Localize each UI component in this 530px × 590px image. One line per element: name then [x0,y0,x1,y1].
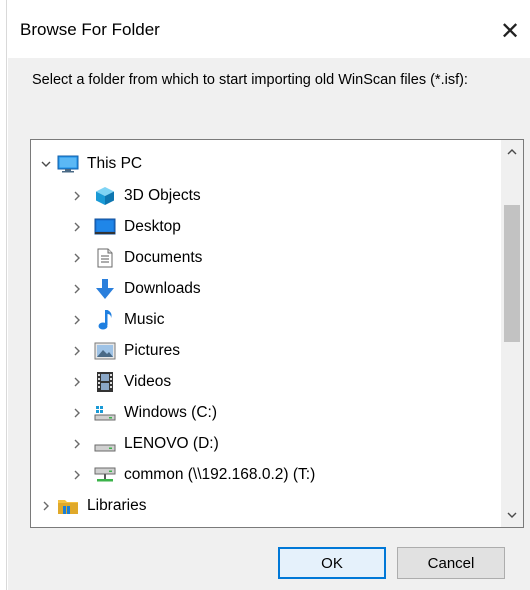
windows-drive-icon [94,402,116,424]
folder-tree[interactable]: This PC 3D Objects Desktop Documents Dow… [30,139,524,528]
scrollbar-thumb[interactable] [504,205,520,342]
window-frame-left [0,0,7,590]
tree-item-videos[interactable]: Videos [70,366,171,397]
drive-icon [94,433,116,455]
tree-item-label: This PC [87,154,143,172]
title-bar[interactable]: Browse For Folder ✕ [8,0,530,58]
chevron-up-icon [507,149,517,155]
tree-item-network-t[interactable]: common (\\192.168.0.2) (T:) [70,459,315,490]
chevron-right-icon[interactable] [70,437,84,451]
chevron-right-icon[interactable] [70,313,84,327]
network-drive-icon [94,464,116,486]
music-note-icon [94,309,116,331]
tree-item-downloads[interactable]: Downloads [70,273,201,304]
chevron-right-icon[interactable] [70,375,84,389]
tree-item-lenovo-d[interactable]: LENOVO (D:) [70,428,219,459]
chevron-right-icon[interactable] [70,468,84,482]
chevron-right-icon[interactable] [70,189,84,203]
desktop-icon [94,216,116,238]
chevron-right-icon[interactable] [70,282,84,296]
chevron-right-icon[interactable] [39,499,53,513]
tree-item-label: 3D Objects [124,186,201,204]
documents-icon [94,247,116,269]
cancel-button[interactable]: Cancel [397,547,505,579]
libraries-folder-icon [57,495,79,517]
dialog-title: Browse For Folder [20,20,160,39]
tree-item-label: Documents [124,248,203,266]
tree-item-label: Libraries [87,496,147,514]
tree-item-label: Windows (C:) [124,403,218,421]
chevron-down-icon [507,512,517,518]
vertical-scrollbar[interactable] [501,140,523,527]
close-icon: ✕ [499,17,521,45]
chevron-right-icon[interactable] [70,220,84,234]
scroll-down-button[interactable] [501,503,523,527]
ok-button[interactable]: OK [278,547,386,579]
monitor-icon [57,153,79,175]
download-arrow-icon [94,278,116,300]
tree-item-libraries[interactable]: Libraries [39,490,146,521]
chevron-right-icon[interactable] [70,406,84,420]
pictures-icon [94,340,116,362]
tree-item-this-pc[interactable]: This PC [39,148,142,179]
chevron-right-icon[interactable] [70,251,84,265]
instruction-text: Select a folder from which to start impo… [32,72,468,88]
tree-item-3d-objects[interactable]: 3D Objects [70,180,201,211]
tree-item-music[interactable]: Music [70,304,164,335]
film-strip-icon [94,371,116,393]
chevron-down-icon[interactable] [39,157,53,171]
tree-item-documents[interactable]: Documents [70,242,202,273]
chevron-right-icon[interactable] [70,344,84,358]
tree-item-desktop[interactable]: Desktop [70,211,181,242]
tree-item-pictures[interactable]: Pictures [70,335,180,366]
browse-for-folder-dialog: Browse For Folder ✕ Select a folder from… [0,0,530,590]
tree-item-windows-c[interactable]: Windows (C:) [70,397,217,428]
dialog-body: Select a folder from which to start impo… [8,58,530,590]
tree-item-label: Music [124,310,165,328]
tree-item-label: Desktop [124,217,181,235]
tree-item-label: Downloads [124,279,201,297]
close-button[interactable]: ✕ [490,14,530,48]
tree-item-label: Videos [124,372,172,390]
tree-item-label: Pictures [124,341,180,359]
scroll-up-button[interactable] [501,140,523,164]
cube-3d-icon [94,185,116,207]
tree-item-label: common (\\192.168.0.2) (T:) [124,465,316,483]
tree-item-label: LENOVO (D:) [124,434,219,452]
